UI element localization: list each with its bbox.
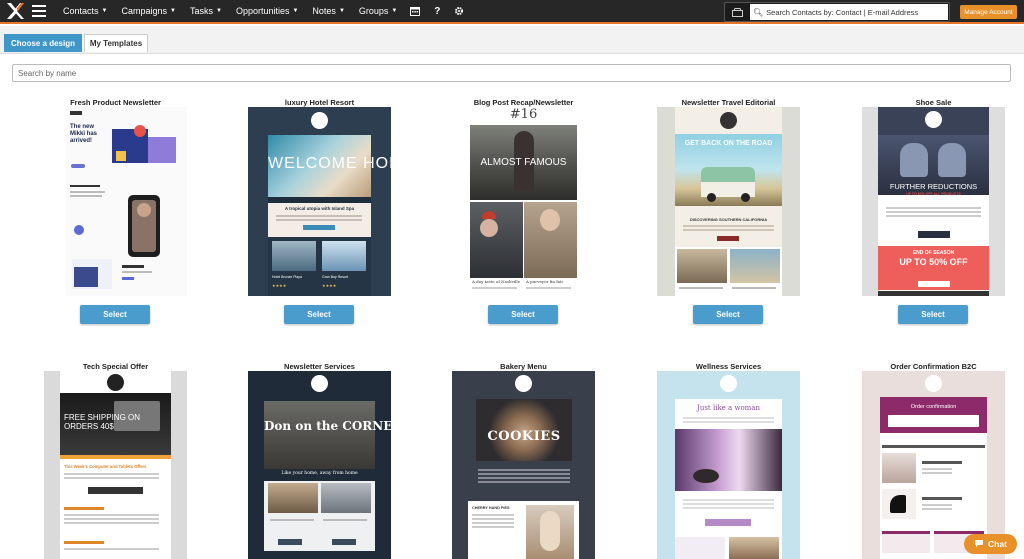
help-icon[interactable]: ? — [426, 0, 448, 22]
nav-groups[interactable]: Groups ▼ — [352, 0, 404, 22]
template-preview[interactable]: COOKIES CHERRY HAND PIES — [452, 371, 595, 559]
select-button[interactable]: Select — [488, 305, 558, 324]
search-placeholder: Search Contacts by: Contact | E-mail Add… — [766, 7, 919, 17]
template-title: Wellness Services — [695, 362, 762, 371]
app-logo[interactable] — [4, 0, 26, 22]
select-button[interactable]: Select — [693, 305, 763, 324]
thumb-subheadline: Like your home, away from home — [281, 471, 358, 476]
nav-label: Notes — [312, 6, 336, 16]
contact-search-input[interactable]: 🔍︎ Search Contacts by: Contact | E-mail … — [750, 4, 948, 20]
template-title: luxury Hotel Resort — [284, 98, 355, 107]
template-preview[interactable]: Don on the CORNER Like your home, away f… — [248, 371, 391, 559]
nav-label: Opportunities — [235, 6, 290, 16]
nav-notes[interactable]: Notes ▼ — [305, 0, 351, 22]
top-nav-bar: Contacts ▼ Campaigns ▼ Tasks ▼ Opportunitie… — [0, 0, 1024, 24]
chevron-down-icon: ▼ — [338, 8, 345, 14]
template-title: Blog Post Recap/Newsletter — [473, 98, 574, 107]
nav-label: Campaigns — [121, 6, 168, 16]
thumb-caption-b: A purveyor fin fair — [526, 279, 564, 284]
chat-label: Chat — [988, 539, 1007, 549]
select-button[interactable]: Select — [284, 305, 354, 324]
thumb-headline: ALMOST FAMOUS — [480, 157, 567, 168]
thumb-headline: Order confirmation — [910, 404, 957, 410]
template-preview[interactable]: Just like a woman — [657, 371, 800, 559]
template-title: Fresh Product Newsletter — [70, 98, 161, 107]
chevron-down-icon: ▼ — [292, 8, 299, 14]
thumb-subheadline: DISCOVERING SOUTHERN CALIFORNIA — [689, 217, 768, 222]
template-preview[interactable]: FREE SHIPPING ON ORDERS 40$ This Week's … — [44, 371, 187, 559]
contact-search: 🔍︎ Search Contacts by: Contact | E-mail … — [724, 2, 950, 22]
template-preview[interactable]: WELCOME HOME A tropical utopia with Isla… — [248, 107, 391, 296]
nav-opportunities[interactable]: Opportunities ▼ — [229, 0, 305, 22]
nav-label: Groups — [358, 6, 389, 16]
search-mode-icon[interactable] — [725, 3, 749, 21]
thumb-promo-a: END OF SEASON — [912, 250, 955, 256]
template-title: Tech Special Offer — [82, 362, 149, 371]
template-title: Order Confirmation B2C — [890, 362, 977, 371]
chevron-down-icon: ▼ — [215, 8, 222, 14]
thumb-subheadline: CHERRY HAND PIES — [472, 506, 510, 510]
template-preview[interactable]: #16 ALMOST FAMOUS A day taste of Nashvil… — [452, 107, 595, 296]
gear-icon[interactable] — [448, 0, 470, 22]
thumb-card-a: Hotel Bronze Playa — [272, 275, 302, 279]
thumb-card-b: Gran Bay Resort — [322, 275, 349, 279]
nav-label: Tasks — [189, 6, 213, 16]
thumb-headline: FURTHER REDUCTIONS — [889, 182, 978, 191]
chevron-down-icon: ▼ — [101, 8, 108, 14]
thumb-headline: Don on the CORNER — [264, 419, 391, 433]
thumb-subheadline: This Week's Computer and Tablets Offers — [64, 464, 147, 469]
thumb-subheadline: A tropical utopia with Island Spa — [284, 206, 355, 211]
template-preview[interactable]: GET BACK ON THE ROAD DISCOVERING SOUTHER… — [657, 107, 800, 296]
tab-choose-a-design[interactable]: Choose a design — [4, 34, 82, 52]
chevron-down-icon: ▼ — [391, 8, 398, 14]
nav-contacts[interactable]: Contacts ▼ — [56, 0, 114, 22]
thumb-number: #16 — [509, 107, 538, 122]
thumb-headline: FREE SHIPPING ON ORDERS 40$ — [64, 413, 141, 431]
select-button[interactable]: Select — [898, 305, 968, 324]
manage-account-button[interactable]: Manage Account — [960, 5, 1017, 19]
thumb-headline: GET BACK ON THE ROAD — [684, 140, 773, 147]
main-nav: Contacts ▼ Campaigns ▼ Tasks ▼ Opportunitie… — [56, 0, 470, 22]
template-preview[interactable]: The new Mikki has arrived! — [44, 107, 187, 296]
tab-my-templates[interactable]: My Templates — [84, 34, 148, 52]
chevron-down-icon: ▼ — [170, 8, 176, 14]
template-preview[interactable]: Order confirmation — [862, 371, 1005, 559]
design-tabs: Choose a design My Templates — [0, 26, 1024, 54]
thumb-subheadline: UP TO 80% OFF ALL PRODUCTS — [906, 192, 961, 196]
thumb-headline: The new Mikki has arrived! — [70, 124, 98, 144]
chat-bubble-icon — [974, 539, 984, 550]
template-search-input[interactable]: Search by name — [12, 64, 1011, 82]
hamburger-menu-icon[interactable] — [32, 5, 46, 17]
select-button[interactable]: Select — [80, 305, 150, 324]
thumb-headline: WELCOME HOME — [268, 155, 391, 172]
template-title: Newsletter Travel Editorial — [681, 98, 776, 107]
chat-button[interactable]: Chat — [964, 534, 1017, 554]
nav-label: Contacts — [63, 6, 99, 16]
search-icon: 🔍︎ — [753, 7, 764, 17]
thumb-promo-b: UP TO 50% OFF — [899, 257, 968, 267]
template-preview[interactable]: FURTHER REDUCTIONS UP TO 80% OFF ALL PRO… — [862, 107, 1005, 296]
nav-campaigns[interactable]: Campaigns ▼ — [114, 0, 182, 22]
template-title: Newsletter Services — [284, 362, 355, 371]
nav-tasks[interactable]: Tasks ▼ — [183, 0, 229, 22]
thumb-caption-a: A day taste of Nashville — [472, 279, 521, 284]
thumb-headline: COOKIES — [487, 429, 561, 444]
thumb-headline: Just like a woman — [697, 404, 760, 412]
template-title: Bakery Menu — [500, 362, 547, 371]
template-title: Shoe Sale — [915, 98, 952, 107]
calendar-icon[interactable] — [404, 0, 426, 22]
